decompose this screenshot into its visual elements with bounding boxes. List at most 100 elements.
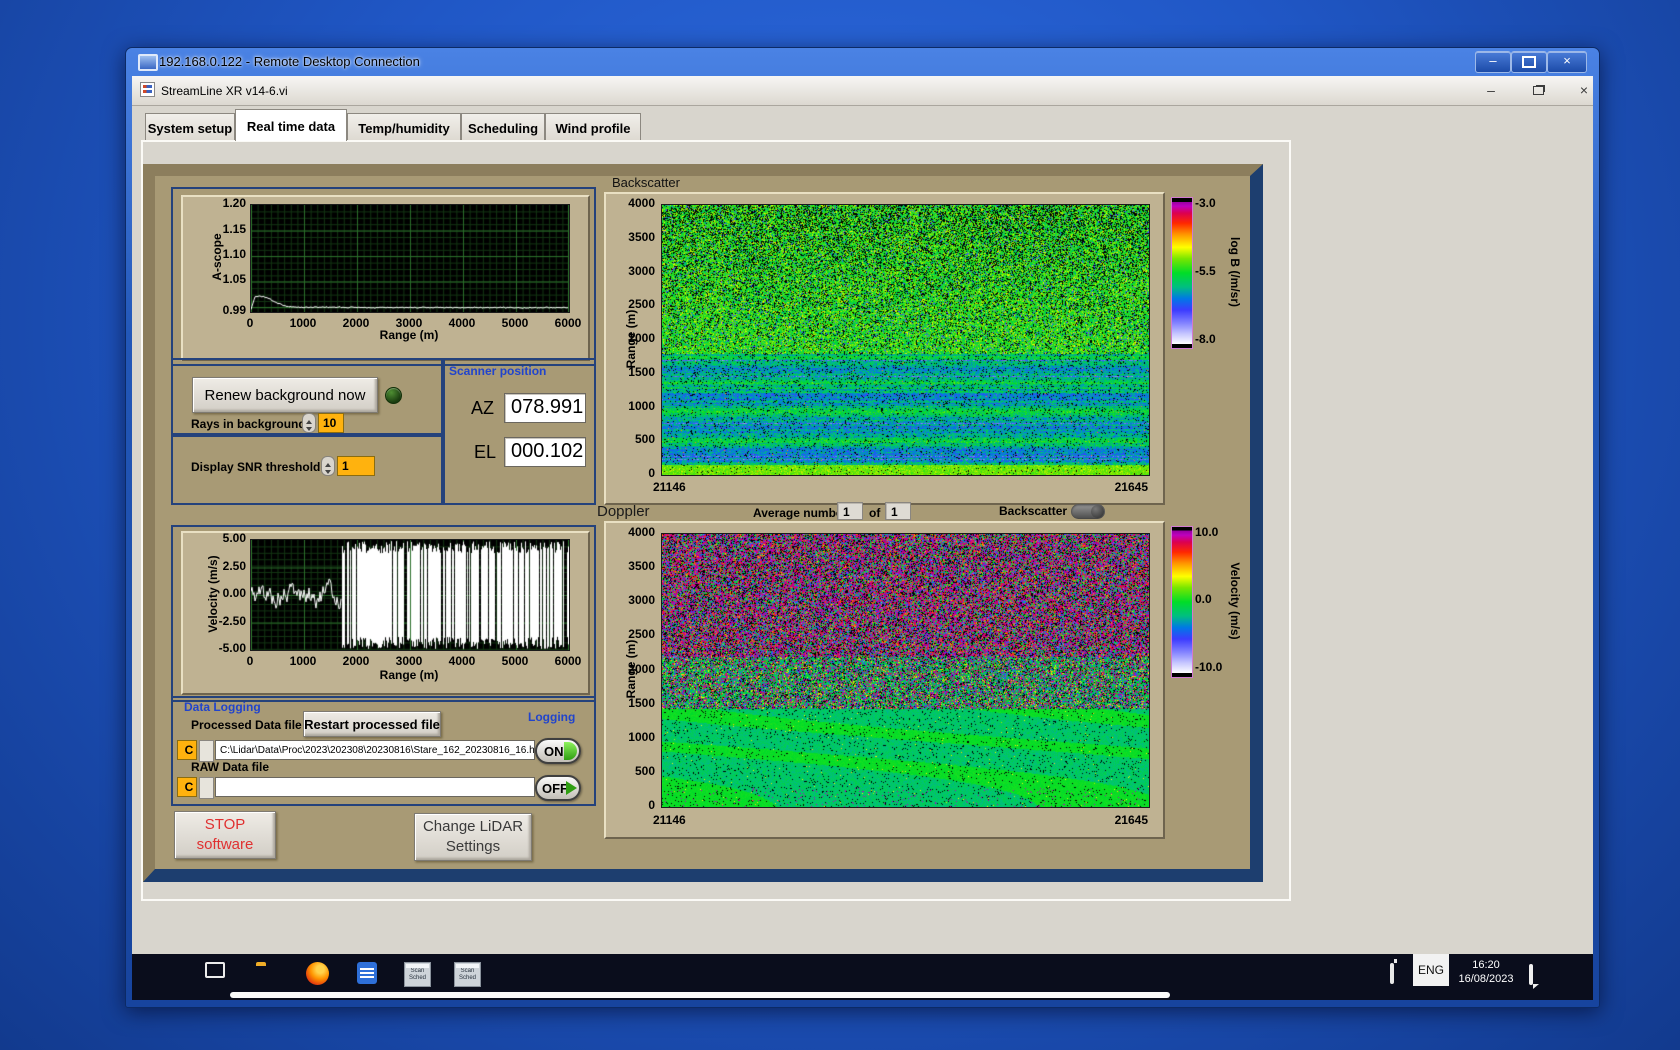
- axis-tick: 6000: [554, 654, 582, 668]
- axis-tick: 3000: [395, 316, 423, 330]
- desktop-background: 192.168.0.122 - Remote Desktop Connectio…: [0, 0, 1680, 1050]
- axis-tick: -10.0: [1195, 660, 1223, 674]
- axis-tick: 1000: [628, 398, 655, 413]
- average-total-field[interactable]: 1: [885, 502, 911, 520]
- taskbar-clock[interactable]: 16:20 16/08/2023: [1447, 958, 1525, 986]
- rdp-titlebar[interactable]: 192.168.0.122 - Remote Desktop Connectio…: [126, 48, 1599, 76]
- axis-tick: 4000: [628, 525, 655, 539]
- el-value-field[interactable]: 000.102: [504, 437, 586, 467]
- on-label: ON: [544, 744, 564, 759]
- tab-system-setup[interactable]: System setup: [145, 113, 235, 141]
- clock-time: 16:20: [1472, 959, 1500, 971]
- axis-tick: -5.5: [1195, 264, 1216, 278]
- axis-tick: 0.00: [222, 586, 246, 600]
- backscatter-display-toggle[interactable]: [1071, 504, 1105, 519]
- axis-tick: 3000: [628, 263, 655, 278]
- axis-tick: 21146: [653, 813, 686, 827]
- axis-tick: 1500: [628, 695, 655, 710]
- snr-value-field[interactable]: 1: [337, 456, 375, 476]
- clock-date: 16/08/2023: [1458, 973, 1514, 985]
- axis-tick: 6000: [554, 316, 582, 330]
- axis-tick: 2500: [628, 297, 655, 312]
- axis-tick: 1.10: [222, 247, 246, 261]
- scanner-position-title: Scanner position: [449, 364, 547, 378]
- notification-center-icon[interactable]: [1529, 964, 1533, 985]
- axis-tick: 21645: [1114, 480, 1148, 494]
- usb-tray-icon[interactable]: [1390, 963, 1394, 984]
- firefox-icon[interactable]: [306, 962, 329, 985]
- app-titlebar[interactable]: StreamLine XR v14-6.vi – ×: [132, 76, 1593, 106]
- tab-wind-profile[interactable]: Wind profile: [545, 113, 641, 141]
- axis-tick: 2500: [628, 627, 655, 642]
- remote-desktop-icon: [138, 54, 158, 71]
- tab-scheduling[interactable]: Scheduling: [461, 113, 545, 141]
- processed-drive-box[interactable]: C: [177, 740, 197, 760]
- axis-tick: 3000: [395, 654, 423, 668]
- raw-logging-toggle-off[interactable]: OFF: [535, 775, 581, 801]
- axis-tick: 4000: [448, 316, 476, 330]
- axis-tick: 0: [246, 654, 254, 668]
- axis-tick: 1000: [628, 729, 655, 744]
- rdp-maximize-button[interactable]: [1511, 51, 1547, 73]
- off-label: OFF: [542, 781, 568, 796]
- average-number-field[interactable]: 1: [837, 502, 863, 520]
- rdp-minimize-button[interactable]: –: [1475, 51, 1511, 73]
- toggle-on-indicator: [564, 742, 577, 760]
- raw-path-field[interactable]: [215, 777, 535, 797]
- path-browse-icon[interactable]: [199, 740, 214, 762]
- snr-spinner[interactable]: [321, 456, 335, 476]
- axis-tick: 0: [648, 466, 655, 480]
- axis-tick: 3500: [628, 559, 655, 574]
- raw-drive-box[interactable]: C: [177, 777, 197, 797]
- az-value-field[interactable]: 078.991: [504, 393, 586, 423]
- axis-tick: 1.20: [222, 196, 246, 210]
- axis-tick: -2.50: [218, 613, 246, 628]
- tab-real-time-data[interactable]: Real time data: [235, 109, 347, 141]
- rays-value-field[interactable]: 10: [318, 413, 344, 433]
- axis-tick: 1.05: [222, 272, 246, 287]
- scan-sched-window-icon[interactable]: Scan Sched: [454, 962, 481, 987]
- rdp-close-button[interactable]: ×: [1547, 51, 1587, 73]
- app-close-button[interactable]: ×: [1571, 82, 1593, 100]
- axis-tick: 0.99: [222, 303, 246, 317]
- axis-tick: 0.0: [1195, 592, 1212, 606]
- processed-logging-toggle-on[interactable]: ON: [535, 738, 581, 764]
- doppler-graph-title: Doppler: [597, 503, 650, 520]
- axis-tick: 2000: [628, 331, 655, 345]
- taskbar-strip: [230, 992, 1170, 998]
- axis-tick: 1.15: [222, 221, 246, 236]
- task-view-icon[interactable]: [205, 962, 225, 978]
- axis-tick: 1000: [289, 654, 317, 668]
- rays-spinner[interactable]: [302, 413, 316, 433]
- axis-tick: 5000: [501, 316, 529, 330]
- processed-path-field[interactable]: C:\Lidar\Data\Proc\2023\202308\20230816\…: [215, 740, 535, 760]
- axis-tick: 2000: [342, 654, 370, 668]
- axis-tick: 10.0: [1195, 525, 1219, 539]
- stop-software-button[interactable]: STOP software: [174, 811, 276, 859]
- change-lidar-settings-button[interactable]: Change LiDAR Settings: [414, 813, 532, 861]
- path-browse-icon[interactable]: [199, 777, 214, 799]
- velocity-plot: [250, 539, 570, 651]
- change-line2: Settings: [445, 838, 501, 855]
- labview-vi-icon: [140, 82, 155, 97]
- restart-processed-file-button[interactable]: Restart processed file: [303, 711, 441, 737]
- app-restore-button[interactable]: [1525, 82, 1551, 100]
- axis-tick: 21146: [653, 480, 686, 494]
- axis-tick: 4000: [628, 196, 655, 210]
- notes-app-icon[interactable]: [357, 962, 377, 984]
- renew-background-button[interactable]: Renew background now: [192, 377, 378, 413]
- toggle-knob: [1091, 505, 1104, 518]
- axis-tick: 500: [634, 763, 655, 778]
- backscatter-toggle-label: Backscatter: [999, 504, 1068, 518]
- app-minimize-button[interactable]: –: [1478, 82, 1504, 100]
- tab-temp-humidity[interactable]: Temp/humidity: [347, 113, 461, 141]
- language-indicator[interactable]: ENG: [1413, 954, 1449, 986]
- a-scope-plot: [250, 204, 570, 313]
- scan-sched-window-icon[interactable]: Scan Sched: [404, 962, 431, 987]
- axis-tick: 0: [648, 798, 655, 812]
- az-label: AZ: [471, 398, 495, 418]
- axis-tick: 21645: [1114, 813, 1148, 827]
- remote-session: StreamLine XR v14-6.vi – × System setup …: [132, 76, 1593, 1000]
- axis-tick: -5.00: [218, 641, 246, 655]
- el-label: EL: [474, 442, 497, 462]
